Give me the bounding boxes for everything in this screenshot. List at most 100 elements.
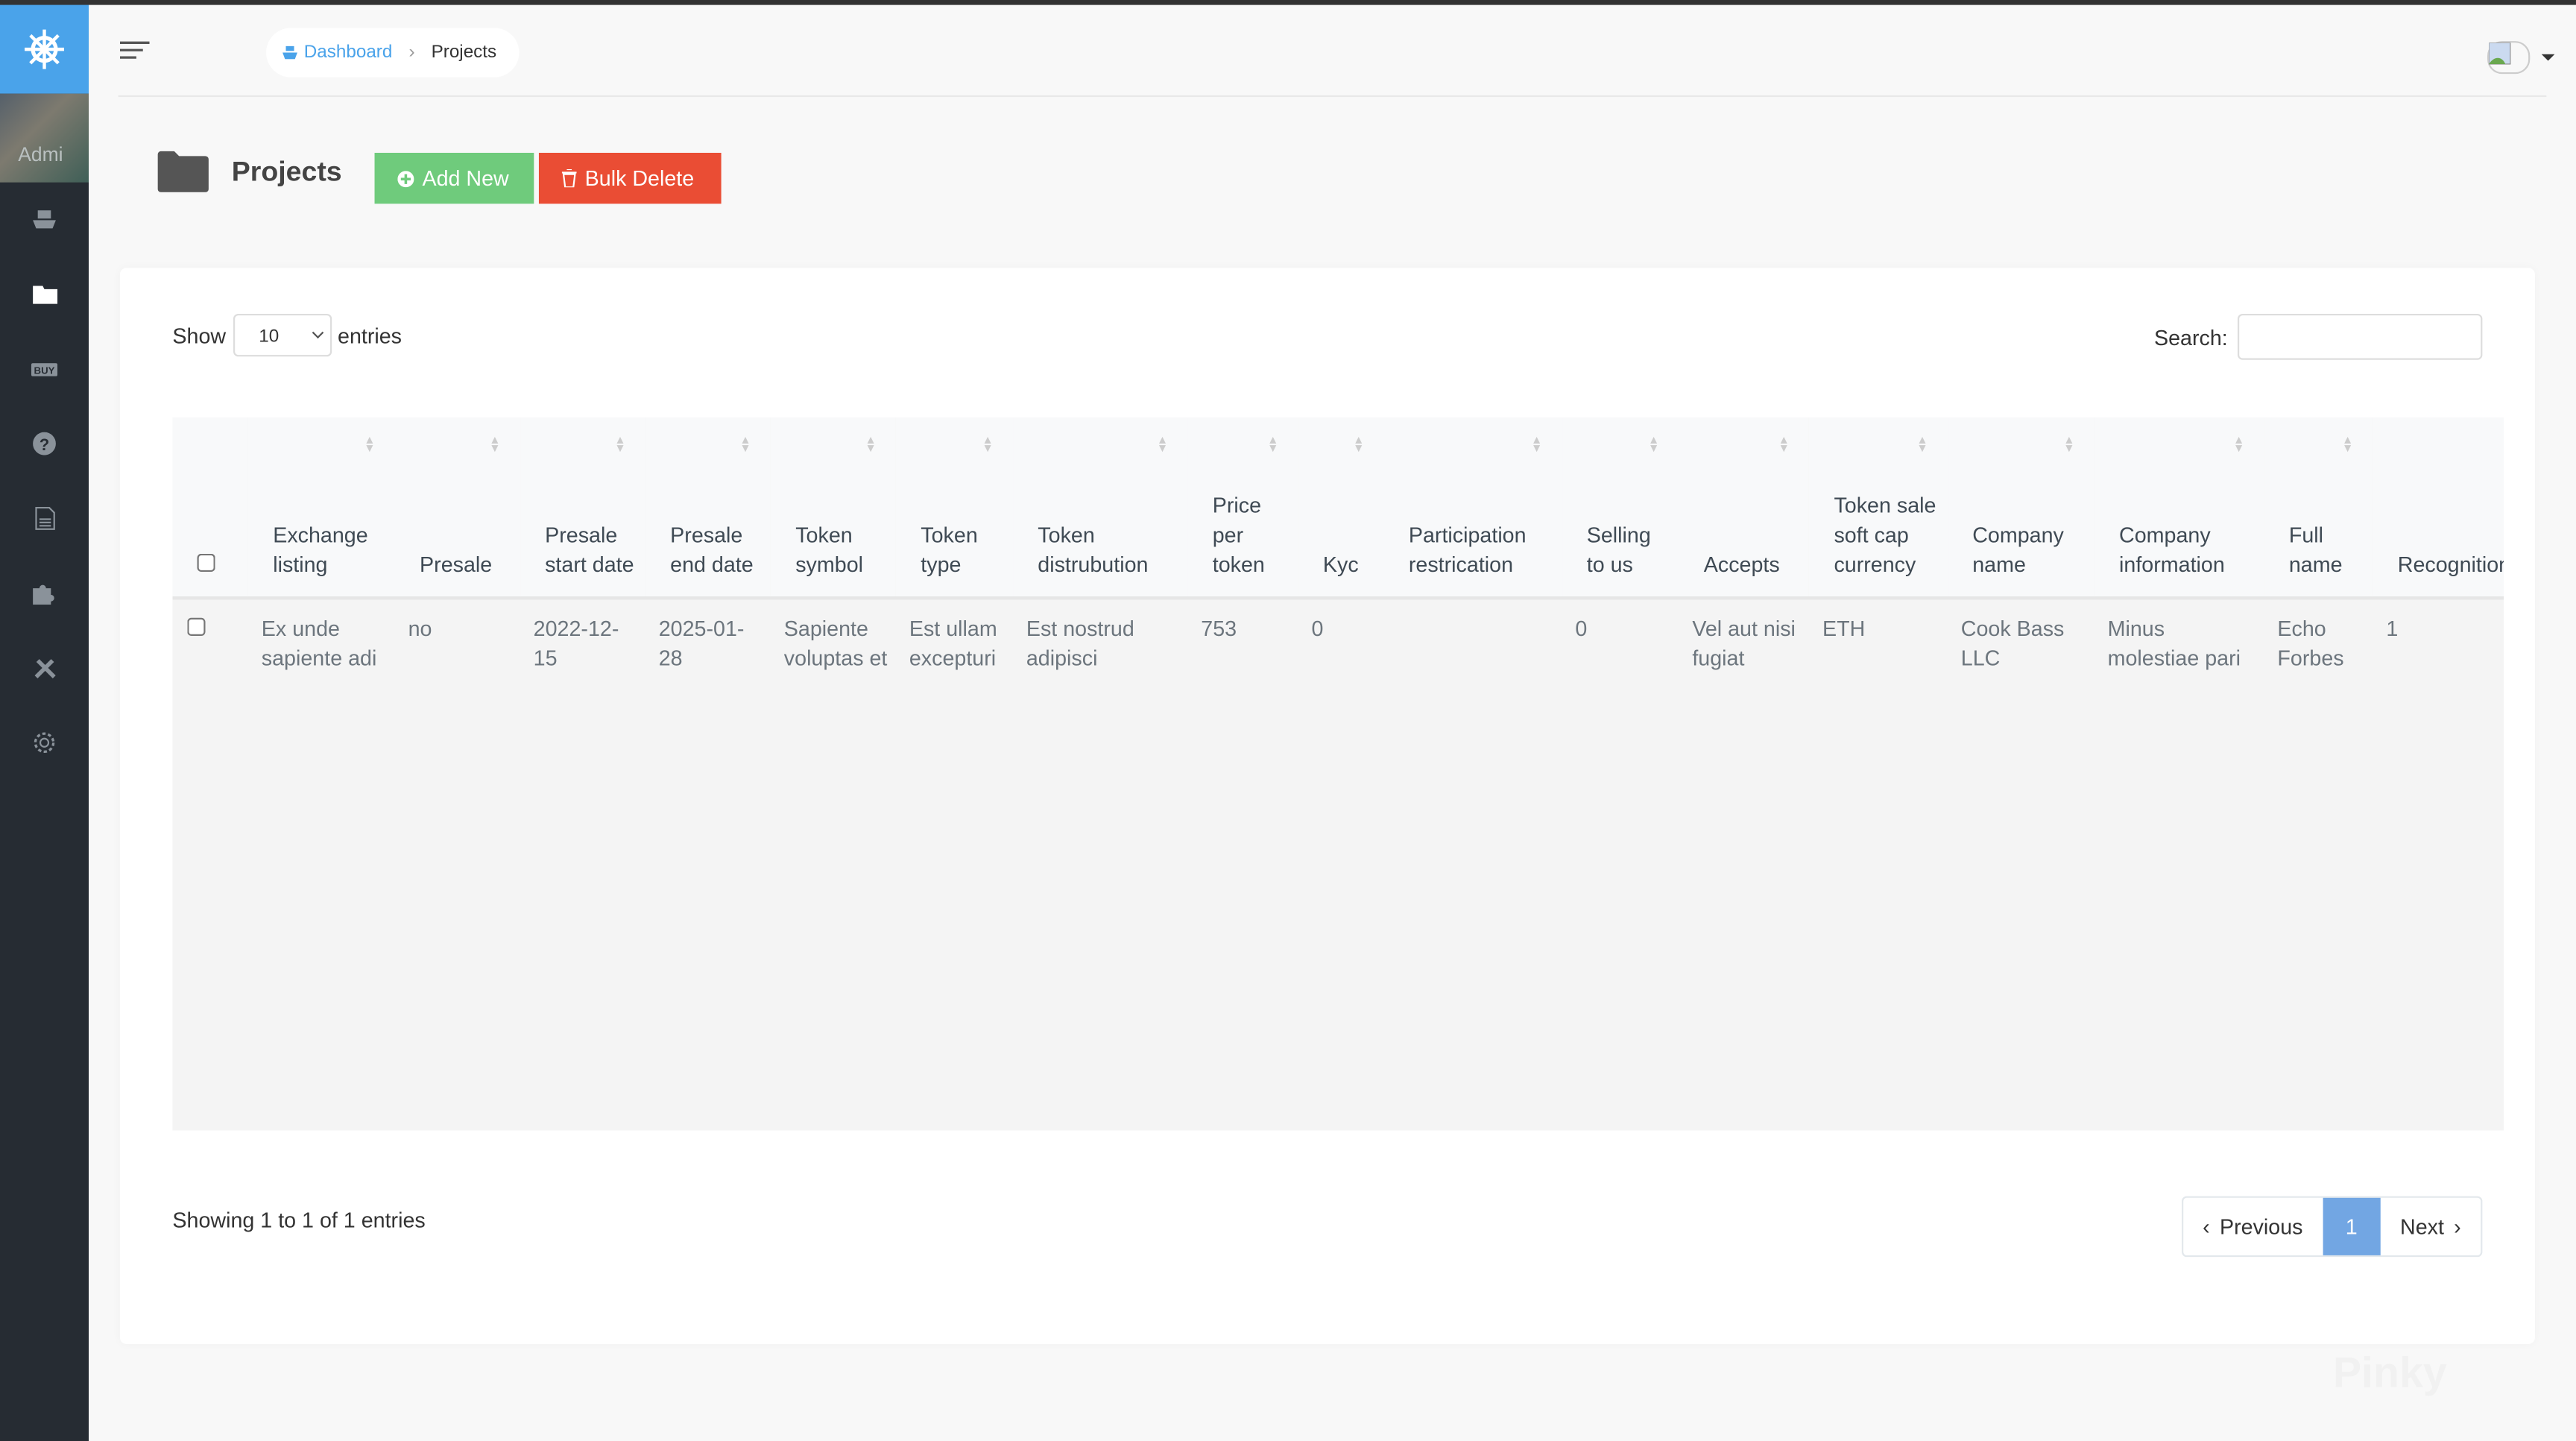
sidebar-item-buy[interactable]: BUY <box>0 332 89 406</box>
table-cell: Echo Forbes <box>2277 616 2344 671</box>
column-header[interactable]: Company name ▲ ▼ <box>1948 417 2094 600</box>
column-header[interactable]: Token type ▲ ▼ <box>896 417 1014 600</box>
sort-icon[interactable]: ▲ ▼ <box>865 435 876 455</box>
table-cell: ETH <box>1822 616 1866 641</box>
sort-icon[interactable]: ▲ ▼ <box>1778 435 1790 455</box>
column-header[interactable]: Presale end date ▲ ▼ <box>645 417 771 600</box>
folder-icon <box>157 151 209 192</box>
menu-toggle-icon[interactable] <box>119 41 150 59</box>
column-header[interactable]: Token distrubution ▲ ▼ <box>1013 417 1188 600</box>
admin-avatar[interactable]: Admi <box>0 93 89 183</box>
column-header[interactable]: Accepts ▲ ▼ <box>1679 417 1810 600</box>
user-menu-caret-icon[interactable] <box>2541 54 2555 61</box>
sort-icon[interactable]: ▲ ▼ <box>489 435 500 455</box>
user-avatar[interactable] <box>2487 41 2531 75</box>
table-cell: 2025-01-28 <box>658 616 745 671</box>
sort-icon[interactable]: ▲ ▼ <box>2233 435 2244 455</box>
sort-icon[interactable]: ▲ ▼ <box>1157 435 1168 455</box>
ship-icon <box>282 45 297 60</box>
breadcrumb-current: Projects <box>431 42 497 63</box>
column-header[interactable]: Presale start date ▲ ▼ <box>520 417 646 600</box>
plus-circle-icon <box>397 170 414 187</box>
sidebar-item-projects[interactable] <box>0 257 89 332</box>
column-header[interactable]: Full name ▲ ▼ <box>2264 417 2373 600</box>
tools-icon <box>34 658 55 678</box>
sidebar-item-dashboard[interactable] <box>0 183 89 257</box>
column-header[interactable]: Participation restrication ▲ ▼ <box>1383 417 1562 600</box>
buy-icon: BUY <box>31 362 58 376</box>
column-header[interactable]: Recognition▲▼ <box>2373 417 2504 600</box>
row-checkbox[interactable] <box>187 617 206 636</box>
search-input[interactable] <box>2237 313 2483 360</box>
column-header[interactable]: Kyc ▲ ▼ <box>1298 417 1384 600</box>
sidebar-item-settings[interactable] <box>0 706 89 781</box>
bulk-delete-button[interactable]: Bulk Delete <box>538 152 722 204</box>
window-top-border <box>0 0 2576 5</box>
column-header[interactable]: Selling to us ▲ ▼ <box>1562 417 1679 600</box>
sort-icon[interactable]: ▲ ▼ <box>2063 435 2074 455</box>
table-cell: 753 <box>1201 616 1237 641</box>
ship-wheel-icon <box>25 29 64 69</box>
table-cell: no <box>408 616 432 641</box>
chevron-right-icon: › <box>2454 1214 2461 1239</box>
column-header[interactable]: Token symbol ▲ ▼ <box>771 417 897 600</box>
sort-icon[interactable]: ▲ ▼ <box>614 435 625 455</box>
column-header[interactable]: Token sale soft cap currency ▲ ▼ <box>1809 417 1948 600</box>
help-icon: ? <box>33 432 56 456</box>
projects-table-wrapper[interactable]: Exchange listing ▲ ▼ Presale ▲ ▼ Presale start… <box>172 417 2504 1131</box>
sort-icon[interactable]: ▲ ▼ <box>1916 435 1928 455</box>
logo[interactable] <box>0 4 89 94</box>
table-row: Ex unde sapiente adi no 2022-12-15 2025-01-… <box>172 598 2504 673</box>
breadcrumb-dashboard[interactable]: Dashboard <box>282 42 392 63</box>
table-header-row: Exchange listing ▲ ▼ Presale ▲ ▼ Presale start… <box>172 417 2504 600</box>
sort-icon[interactable]: ▲ ▼ <box>364 435 375 455</box>
table-cell: Ex unde sapiente adi <box>261 616 377 671</box>
svg-text:?: ? <box>40 435 49 454</box>
sort-icon[interactable]: ▲ ▼ <box>1353 435 1364 455</box>
sort-icon[interactable]: ▲ ▼ <box>1267 435 1278 455</box>
projects-card: Show 10 entries Search: Exchange listing… <box>119 268 2535 1344</box>
column-header[interactable]: Price per token ▲ ▼ <box>1187 417 1298 600</box>
sort-icon[interactable]: ▲ ▼ <box>739 435 751 455</box>
sidebar: Admi BUY ? <box>0 4 89 1441</box>
table-cell: 0 <box>1575 616 1588 641</box>
select-all-header <box>172 417 249 600</box>
sidebar-item-help[interactable]: ? <box>0 407 89 482</box>
sidebar-item-plugins[interactable] <box>0 556 89 631</box>
table-cell <box>1384 598 1562 673</box>
page-1-button[interactable]: 1 <box>2322 1197 2381 1255</box>
sort-icon[interactable]: ▲ ▼ <box>982 435 994 455</box>
watermark-logo: Pinky <box>2332 1347 2447 1397</box>
broken-image-icon <box>2488 42 2511 65</box>
column-header[interactable]: Company information ▲ ▼ <box>2094 417 2264 600</box>
page-length-select[interactable]: 10 <box>232 313 332 357</box>
puzzle-icon <box>31 585 54 605</box>
breadcrumb: Dashboard › Projects <box>266 28 520 78</box>
page-header: Projects <box>157 151 342 192</box>
table-cell: Cook Bass LLC <box>1960 616 2065 671</box>
gear-icon <box>34 733 55 754</box>
table-cell: 1 <box>2386 616 2399 641</box>
select-all-checkbox[interactable] <box>197 553 215 573</box>
table-cell: Minus molestiae pari <box>2107 616 2241 671</box>
table-cell: 2022-12-15 <box>533 616 619 671</box>
column-header[interactable]: Exchange listing ▲ ▼ <box>248 417 395 600</box>
top-header: Dashboard › Projects <box>89 5 2576 95</box>
table-cell: Est ullam excepturi <box>909 616 997 671</box>
previous-page-button[interactable]: ‹ Previous <box>2183 1198 2323 1255</box>
sidebar-item-documents[interactable] <box>0 482 89 556</box>
sort-icon[interactable]: ▲ ▼ <box>1648 435 1659 455</box>
header-divider <box>118 95 2547 98</box>
svg-text:BUY: BUY <box>34 365 55 376</box>
column-header[interactable]: Presale ▲ ▼ <box>394 417 521 600</box>
next-page-button[interactable]: Next › <box>2381 1198 2481 1255</box>
table-info: Showing 1 to 1 of 1 entries <box>172 1208 426 1233</box>
folder-icon <box>31 286 57 305</box>
page-title: Projects <box>231 155 342 187</box>
sidebar-item-tools[interactable] <box>0 631 89 705</box>
table-cell: Vel aut nisi fugiat <box>1692 616 1796 671</box>
sort-icon[interactable]: ▲ ▼ <box>1531 435 1542 455</box>
add-new-button[interactable]: Add New <box>374 152 534 204</box>
page-length-control: Show 10 entries <box>172 313 402 357</box>
sort-icon[interactable]: ▲ ▼ <box>2342 435 2353 455</box>
